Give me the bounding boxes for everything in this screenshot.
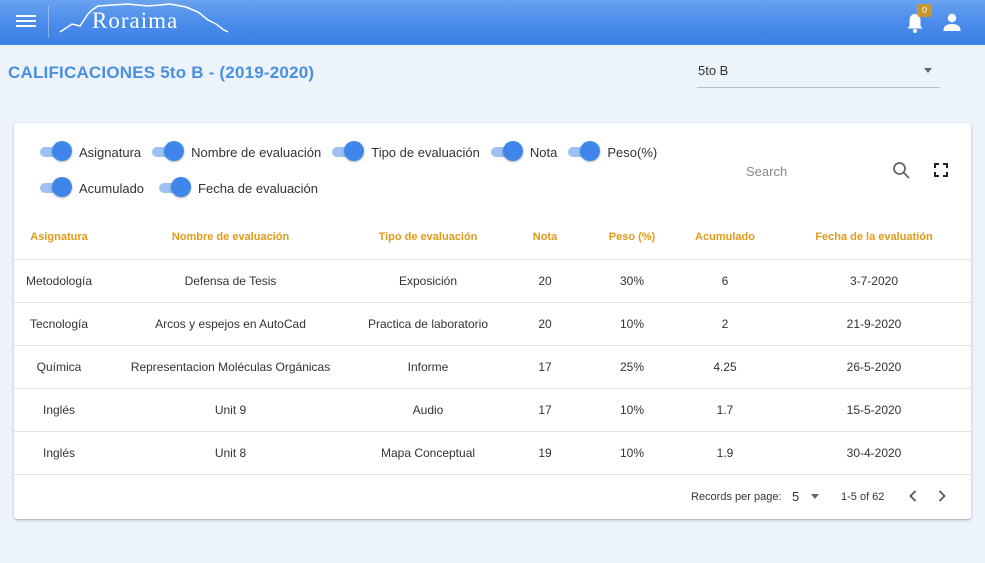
records-per-page-select[interactable]: 5 — [792, 489, 799, 504]
table-cell: 10% — [591, 430, 673, 475]
table-cell: 15-5-2020 — [777, 387, 971, 431]
table-cell: Arcos y espejos en AutoCad — [104, 301, 357, 345]
toggle-switch[interactable] — [159, 176, 192, 200]
column-header[interactable]: Nombre de evaluación — [104, 216, 357, 259]
table-row: Inglés Unit 9 Audio 17 10% 1.7 15-5-2020 — [14, 387, 971, 431]
pagination-range: 1-5 of 62 — [841, 491, 885, 503]
app-logo-text[interactable]: Roraima — [92, 8, 178, 34]
table-cell: Química — [14, 344, 104, 388]
toggle-label: Fecha de evaluación — [198, 180, 319, 196]
table-cell: Metodología — [14, 258, 104, 302]
toggle-switch[interactable] — [152, 140, 185, 164]
table-row: Metodología Defensa de Tesis Exposición … — [14, 258, 971, 302]
search-icon[interactable] — [892, 161, 910, 179]
grades-table-card: Asignatura Nombre de evaluación Tipo de … — [14, 123, 971, 519]
user-account-icon[interactable] — [941, 11, 963, 33]
toggle-label: Peso(%) — [607, 144, 658, 160]
table-cell: 26-5-2020 — [777, 344, 971, 388]
table-cell: 17 — [499, 344, 591, 388]
table-row: Inglés Unit 8 Mapa Conceptual 19 10% 1.9… — [14, 430, 971, 475]
table-cell: Representacion Moléculas Orgánicas — [104, 344, 357, 388]
column-header[interactable]: Fecha de la evaluatión — [777, 216, 971, 259]
column-header[interactable]: Asignatura — [14, 216, 104, 259]
fullscreen-icon[interactable] — [934, 163, 948, 177]
table-cell: 3-7-2020 — [777, 258, 971, 302]
group-select-value: 5to B — [698, 63, 729, 78]
top-app-bar: Roraima 0 — [0, 0, 985, 45]
page-title: CALIFICACIONES 5to B - (2019-2020) — [8, 63, 315, 82]
search-box — [746, 159, 926, 183]
table-cell: Inglés — [14, 430, 104, 475]
toggle-label: Tipo de evaluación — [371, 144, 480, 160]
grades-table: Asignatura Nombre de evaluación Tipo de … — [14, 216, 971, 475]
table-cell: Exposición — [357, 258, 499, 302]
table-cell: Practica de laboratorio — [357, 301, 499, 345]
table-cell: 30% — [591, 258, 673, 302]
toggle-asignatura[interactable]: Asignatura — [40, 140, 141, 164]
column-header[interactable]: Acumulado — [673, 216, 777, 259]
table-cell: 10% — [591, 387, 673, 431]
toggle-switch[interactable] — [490, 140, 523, 164]
table-header-row: Asignatura Nombre de evaluación Tipo de … — [14, 216, 971, 259]
table-cell: Tecnología — [14, 301, 104, 345]
column-toggles-row-1: Asignatura Nombre de evaluación Tipo de … — [40, 140, 657, 164]
toolbar-divider — [48, 6, 49, 38]
chevron-left-icon[interactable] — [904, 487, 922, 505]
table-cell: 2 — [673, 301, 777, 345]
toggle-acumulado[interactable]: Acumulado — [40, 176, 144, 200]
chevron-down-icon — [924, 68, 932, 73]
column-header[interactable]: Tipo de evaluación — [357, 216, 499, 259]
search-input[interactable] — [746, 161, 886, 181]
table-cell: 17 — [499, 387, 591, 431]
table-cell: 21-9-2020 — [777, 301, 971, 345]
table-cell: Audio — [357, 387, 499, 431]
table-row: Tecnología Arcos y espejos en AutoCad Pr… — [14, 301, 971, 345]
table-cell: Unit 8 — [104, 430, 357, 475]
toggle-label: Nombre de evaluación — [191, 144, 322, 160]
toggle-switch[interactable] — [568, 140, 601, 164]
toggle-tipo-evaluacion[interactable]: Tipo de evaluación — [332, 140, 480, 164]
notification-count-badge: 0 — [917, 4, 932, 17]
table-cell: Unit 9 — [104, 387, 357, 431]
toggle-switch[interactable] — [40, 176, 72, 200]
column-toggles-row-2: Acumulado Fecha de evaluación — [40, 176, 318, 200]
toggle-label: Asignatura — [79, 144, 142, 160]
hamburger-menu-icon[interactable] — [16, 12, 36, 32]
table-cell: Defensa de Tesis — [104, 258, 357, 302]
toggle-switch[interactable] — [40, 140, 72, 164]
table-row: Química Representacion Moléculas Orgánic… — [14, 344, 971, 388]
toggle-nombre-evaluacion[interactable]: Nombre de evaluación — [152, 140, 321, 164]
table-cell: 4.25 — [673, 344, 777, 388]
group-select[interactable]: 5to B — [697, 58, 940, 88]
records-per-page-label: Records per page: — [691, 491, 782, 503]
table-cell: 10% — [591, 301, 673, 345]
column-header[interactable]: Nota — [499, 216, 591, 259]
chevron-right-icon[interactable] — [933, 487, 951, 505]
toggle-label: Nota — [529, 144, 558, 160]
table-cell: Inglés — [14, 387, 104, 431]
toggle-switch[interactable] — [332, 140, 365, 164]
table-cell: 6 — [673, 258, 777, 302]
table-cell: 20 — [499, 258, 591, 302]
pagination-footer: Records per page: 5 1-5 of 62 — [14, 484, 971, 510]
toggle-peso[interactable]: Peso(%) — [568, 140, 657, 164]
table-cell: 20 — [499, 301, 591, 345]
toggle-label: Acumulado — [79, 180, 145, 196]
table-cell: Informe — [357, 344, 499, 388]
toggle-fecha-evaluacion[interactable]: Fecha de evaluación — [159, 176, 318, 200]
table-cell: Mapa Conceptual — [357, 430, 499, 475]
toggle-nota[interactable]: Nota — [490, 140, 558, 164]
chevron-down-icon[interactable] — [811, 494, 819, 499]
table-cell: 25% — [591, 344, 673, 388]
table-cell: 1.9 — [673, 430, 777, 475]
table-cell: 19 — [499, 430, 591, 475]
table-cell: 1.7 — [673, 387, 777, 431]
table-cell: 30-4-2020 — [777, 430, 971, 475]
column-header[interactable]: Peso (%) — [591, 216, 673, 259]
